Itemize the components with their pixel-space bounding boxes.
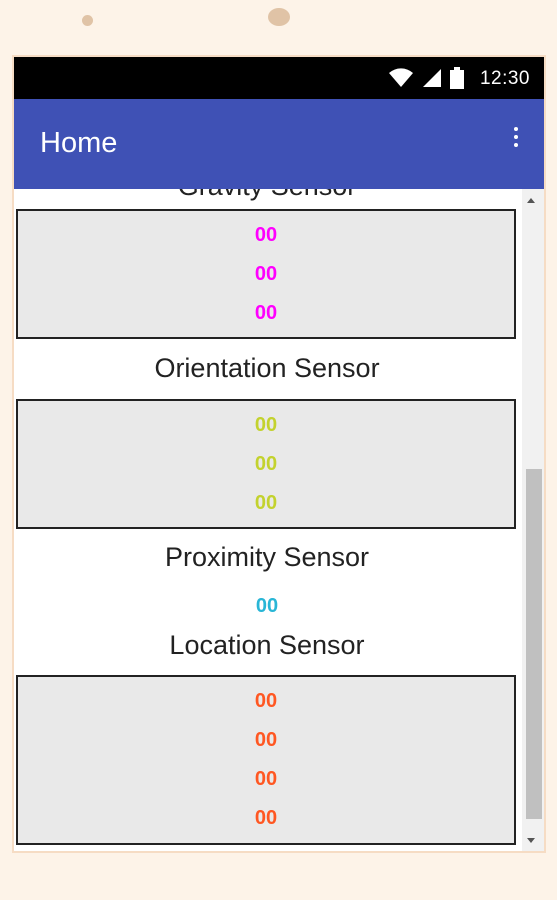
scroll-thumb[interactable] bbox=[526, 469, 542, 819]
speaker-dot bbox=[82, 15, 93, 26]
gravity-value-y: 00 bbox=[254, 262, 278, 285]
status-time: 12:30 bbox=[479, 68, 530, 89]
page-title: Home bbox=[40, 127, 118, 159]
battery-icon bbox=[450, 67, 464, 94]
wifi-icon bbox=[388, 68, 414, 93]
status-icons bbox=[388, 67, 464, 94]
scrollbar[interactable] bbox=[522, 189, 544, 851]
location-value-4: 00 bbox=[254, 807, 278, 829]
location-value-2: 00 bbox=[254, 729, 278, 751]
orientation-value-z: 00 bbox=[254, 491, 278, 514]
scroll-down-arrow-icon[interactable] bbox=[527, 838, 535, 843]
camera-dot bbox=[268, 8, 290, 26]
location-values-box: 00 00 00 00 bbox=[16, 675, 516, 845]
overflow-menu-icon[interactable] bbox=[514, 127, 520, 147]
orientation-sensor-title: Orientation Sensor bbox=[154, 353, 380, 383]
gravity-sensor-title: Gravity Sensor bbox=[14, 189, 520, 202]
sensor-list[interactable]: Gravity Sensor 00 00 00 Orientation Sens… bbox=[14, 189, 520, 851]
orientation-value-x: 00 bbox=[254, 413, 278, 436]
location-value-1: 00 bbox=[254, 690, 278, 712]
gravity-value-z: 00 bbox=[254, 301, 278, 324]
orientation-value-y: 00 bbox=[254, 452, 278, 475]
location-sensor-title: Location Sensor bbox=[169, 630, 365, 660]
scroll-up-arrow-icon[interactable] bbox=[527, 198, 535, 203]
location-value-3: 00 bbox=[254, 768, 278, 790]
proximity-sensor-title: Proximity Sensor bbox=[164, 542, 370, 572]
proximity-value: 00 bbox=[255, 595, 279, 617]
gravity-values-box: 00 00 00 bbox=[16, 209, 516, 339]
signal-icon bbox=[422, 68, 442, 93]
status-bar: 12:30 bbox=[14, 57, 544, 99]
gravity-value-x: 00 bbox=[254, 223, 278, 246]
orientation-values-box: 00 00 00 bbox=[16, 399, 516, 529]
app-bar: Home bbox=[14, 99, 544, 189]
phone-frame: 12:30 Home Gravity Sensor 00 00 00 Orien… bbox=[12, 55, 546, 853]
